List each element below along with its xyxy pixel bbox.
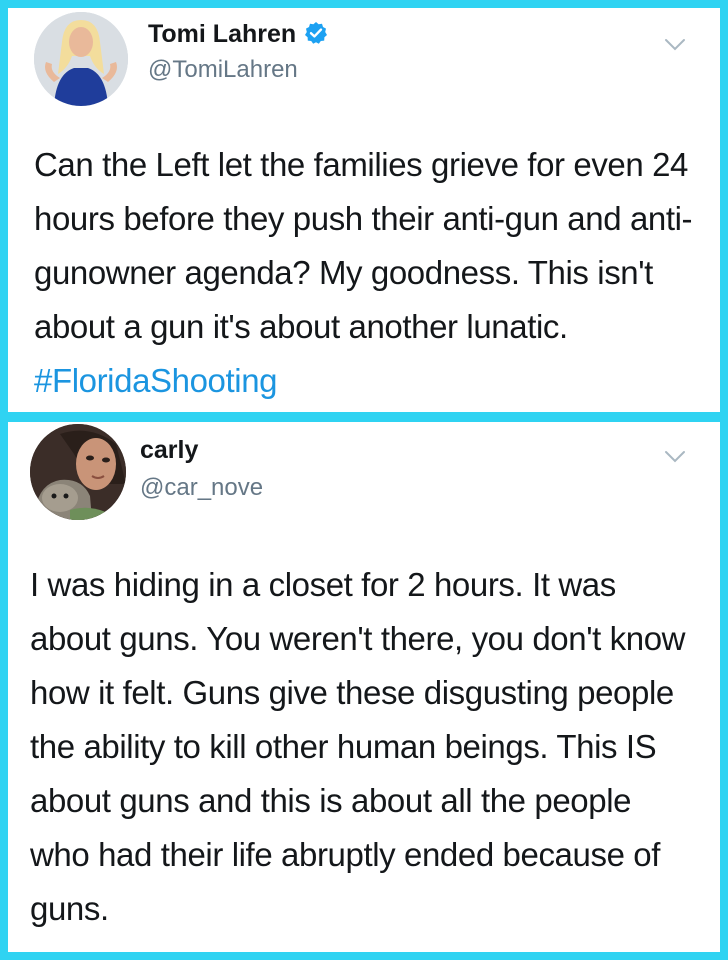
tweet-card[interactable]: Tomi Lahren @TomiLahren Can the Left let… bbox=[8, 8, 720, 412]
display-name[interactable]: Tomi Lahren bbox=[148, 20, 328, 49]
profile-photo-icon bbox=[30, 424, 126, 520]
tweet-card[interactable]: carly @car_nove I was hiding in a closet… bbox=[8, 422, 720, 952]
profile-photo-icon bbox=[34, 12, 128, 106]
tweet-text-content: Can the Left let the families grieve for… bbox=[34, 146, 693, 345]
avatar[interactable] bbox=[30, 424, 126, 520]
chevron-down-icon[interactable] bbox=[664, 38, 686, 52]
tweet-text: Can the Left let the families grieve for… bbox=[34, 138, 696, 408]
user-handle[interactable]: @TomiLahren bbox=[148, 56, 298, 84]
verified-badge-icon bbox=[305, 22, 328, 44]
user-handle[interactable]: @car_nove bbox=[140, 474, 263, 502]
hashtag-link[interactable]: #FloridaShooting bbox=[34, 362, 278, 399]
display-name[interactable]: carly bbox=[140, 436, 198, 465]
tweet-text: I was hiding in a closet for 2 hours. It… bbox=[30, 566, 686, 927]
display-name-text: Tomi Lahren bbox=[148, 20, 297, 48]
chevron-down-icon[interactable] bbox=[664, 450, 686, 464]
avatar[interactable] bbox=[34, 12, 128, 106]
